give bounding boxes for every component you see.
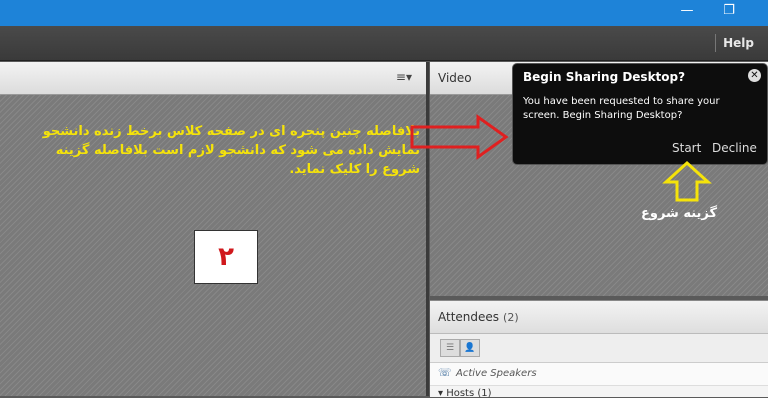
video-pod-title: Video bbox=[438, 71, 472, 85]
list-view-icon[interactable]: ☰ bbox=[440, 339, 460, 357]
attendees-count: (2) bbox=[503, 311, 519, 324]
attendees-toolbar: ☰ 👤 bbox=[430, 334, 768, 363]
share-desktop-popup: Begin Sharing Desktop? ✕ You have been r… bbox=[512, 63, 768, 165]
popup-message: You have been requested to share your sc… bbox=[523, 96, 720, 121]
hosts-label: ▾ Hosts (1) bbox=[438, 388, 492, 398]
active-speakers-label: Active Speakers bbox=[456, 368, 537, 379]
share-pod: ≡▾ bbox=[0, 62, 429, 396]
hosts-label-text: Hosts (1) bbox=[446, 388, 492, 398]
attendees-title-label: Attendees bbox=[438, 310, 500, 324]
step-number-box: ۲ bbox=[194, 230, 258, 284]
speaker-icon: ☏ bbox=[438, 366, 452, 379]
pod-options-menu-icon[interactable]: ≡▾ bbox=[396, 70, 412, 84]
popup-title: Begin Sharing Desktop? bbox=[523, 70, 686, 84]
title-bar: — ❐ bbox=[0, 0, 768, 26]
decline-button[interactable]: Decline bbox=[712, 141, 757, 155]
instruction-text: بلافاصله چنین پنجره ای در صفحه کلاس برخط… bbox=[42, 124, 420, 177]
attendees-pod-header: Attendees (2) bbox=[430, 301, 768, 334]
minimize-button[interactable]: — bbox=[672, 0, 702, 26]
restore-button[interactable]: ❐ bbox=[714, 0, 744, 26]
menu-bar: Help bbox=[0, 26, 768, 61]
start-option-label: گزینه شروع bbox=[641, 206, 718, 221]
start-button[interactable]: Start bbox=[672, 141, 701, 155]
share-pod-header: ≡▾ bbox=[0, 62, 426, 95]
help-menu[interactable]: Help bbox=[723, 36, 754, 50]
attendees-title: Attendees (2) bbox=[438, 310, 519, 324]
hosts-row[interactable]: ▾ Hosts (1) bbox=[430, 386, 768, 398]
menu-divider bbox=[715, 34, 716, 52]
role-view-icon[interactable]: 👤 bbox=[460, 339, 480, 357]
close-icon[interactable]: ✕ bbox=[748, 69, 761, 82]
attendees-pod: Attendees (2) ☰ 👤 ☏ Active Speakers ▾ Hos… bbox=[430, 300, 768, 398]
active-speakers-row[interactable]: ☏ Active Speakers bbox=[430, 363, 768, 386]
